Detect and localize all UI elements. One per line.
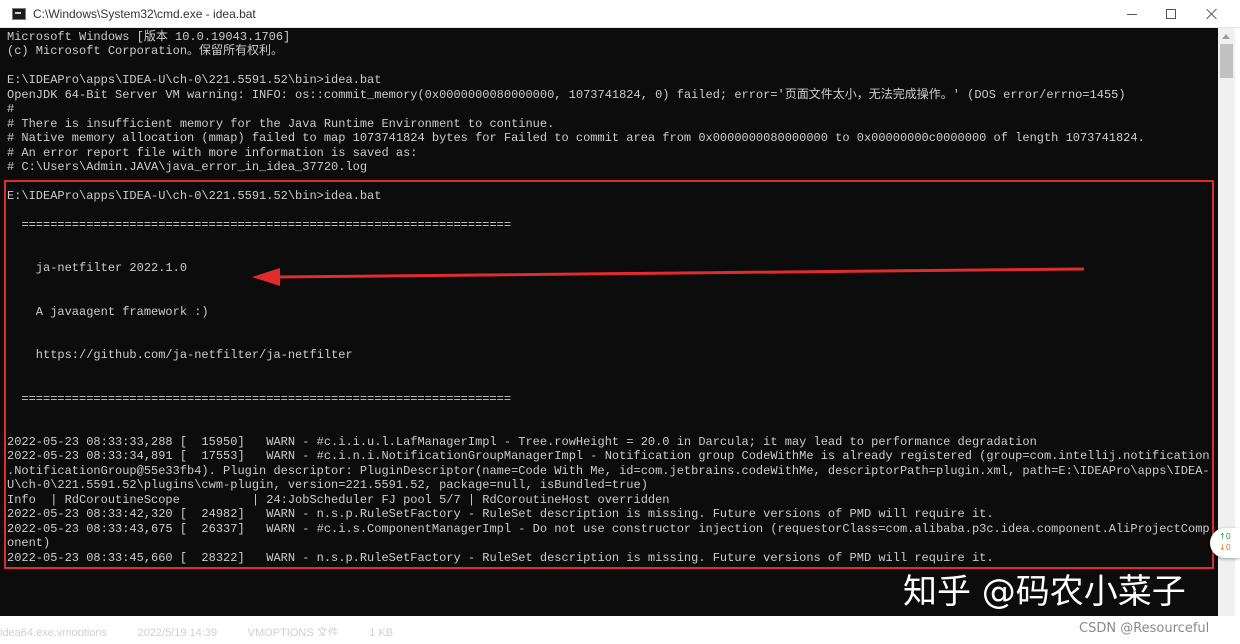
console-output[interactable]: Microsoft Windows [版本 10.0.19043.1706] (c… bbox=[0, 28, 1218, 616]
zhihu-watermark: 知乎 @码农小菜子 bbox=[903, 572, 1186, 612]
maximize-icon bbox=[1166, 9, 1176, 19]
title-bar[interactable]: C:\Windows\System32\cmd.exe - idea.bat bbox=[0, 0, 1240, 28]
console-line: U\ch-0\221.5591.52\plugins\cwm-plugin, v… bbox=[7, 478, 648, 493]
background-window-strip: idea64.exe.vmoptions 2022/5/19 14:39 VMO… bbox=[0, 616, 1240, 644]
console-app-icon bbox=[12, 8, 26, 20]
close-icon bbox=[1206, 8, 1218, 20]
console-line: E:\IDEAPro\apps\IDEA-U\ch-0\221.5591.52\… bbox=[7, 189, 382, 204]
csdn-watermark: CSDN @Resourceful bbox=[1079, 621, 1210, 636]
upvote-count: ↑0 bbox=[1219, 532, 1231, 541]
console-line: .NotificationGroup@55e33fb4). Plugin des… bbox=[7, 463, 1210, 478]
scrollbar-thumb[interactable] bbox=[1220, 44, 1233, 78]
minimize-icon bbox=[1127, 13, 1137, 15]
console-line: OpenJDK 64-Bit Server VM warning: INFO: … bbox=[7, 87, 1126, 102]
console-line: onent) bbox=[7, 536, 51, 551]
floating-vote-widget[interactable]: ↑0 ↓0 bbox=[1210, 528, 1240, 558]
scroll-up-arrow-icon[interactable] bbox=[1222, 34, 1230, 39]
console-line: A javaagent framework :) bbox=[7, 304, 209, 319]
console-line: 2022-05-23 08:33:34,891 [ 17553] WARN - … bbox=[7, 449, 1210, 464]
console-line: ========================================… bbox=[7, 217, 512, 232]
console-line: 2022-05-23 08:33:45,660 [ 28322] WARN - … bbox=[7, 550, 994, 565]
console-line: 2022-05-23 08:33:33,288 [ 15950] WARN - … bbox=[7, 434, 1037, 449]
console-line: https://github.com/ja-netfilter/ja-netfi… bbox=[7, 348, 353, 363]
console-line: Microsoft Windows [版本 10.0.19043.1706] bbox=[7, 30, 291, 44]
console-line: # Native memory allocation (mmap) failed… bbox=[7, 131, 1145, 146]
console-line: # There is insufficient memory for the J… bbox=[7, 116, 555, 131]
window-title: C:\Windows\System32\cmd.exe - idea.bat bbox=[33, 7, 256, 21]
console-line: E:\IDEAPro\apps\IDEA-U\ch-0\221.5591.52\… bbox=[7, 73, 382, 88]
console-line: # C:\Users\Admin.JAVA\java_error_in_idea… bbox=[7, 160, 368, 175]
console-line: ja-netfilter 2022.1.0 bbox=[7, 261, 188, 276]
console-line: # An error report file with more informa… bbox=[7, 145, 418, 160]
console-line: ========================================… bbox=[7, 391, 512, 406]
downvote-count: ↓0 bbox=[1219, 543, 1231, 552]
maximize-button[interactable] bbox=[1148, 0, 1194, 28]
console-line: 2022-05-23 08:33:42,320 [ 24982] WARN - … bbox=[7, 507, 994, 522]
console-line: 2022-05-23 08:33:43,675 [ 26337] WARN - … bbox=[7, 521, 1210, 536]
console-line: Info | RdCoroutineScope | 24:JobSchedule… bbox=[7, 492, 670, 507]
console-line: # bbox=[7, 102, 15, 117]
close-button[interactable] bbox=[1189, 0, 1235, 28]
background-file-row: idea64.exe.vmoptions 2022/5/19 14:39 VMO… bbox=[0, 627, 394, 636]
console-line: (c) Microsoft Corporation。保留所有权利。 bbox=[7, 44, 284, 59]
